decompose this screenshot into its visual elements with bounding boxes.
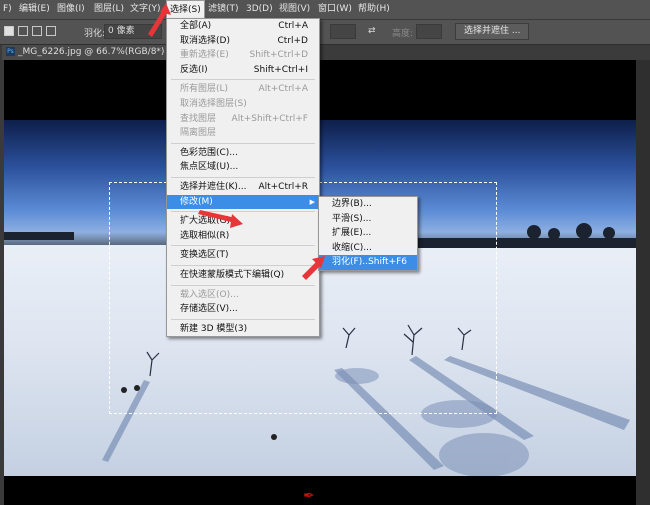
ps-icon: Ps bbox=[6, 47, 15, 56]
intersect-selection-icon[interactable] bbox=[46, 26, 56, 36]
menu-item-inverse[interactable]: 反选(I) Shift+Ctrl+I bbox=[167, 63, 319, 78]
document-tab-bar: Ps_MG_6226.jpg @ 66.7%(RGB/8*) × bbox=[0, 45, 650, 60]
menu-item-new-3d-model[interactable]: 新建 3D 模型(3) bbox=[167, 322, 319, 337]
menu-item-quick-mask[interactable]: 在快速蒙版模式下编辑(Q) bbox=[167, 268, 319, 283]
menu-item-modify[interactable]: 修改(M) ▶ bbox=[167, 194, 319, 210]
menu-separator bbox=[171, 79, 315, 81]
menu-item-load-selection: 载入选区(O)... bbox=[180, 289, 239, 300]
submenu-item-smooth[interactable]: 平滑(S)... bbox=[319, 212, 417, 227]
height-label: 高度: bbox=[392, 29, 414, 39]
options-bar: 羽化: 0 像素 ⇄ 高度: 选择并遮住 ... bbox=[0, 20, 650, 45]
menu-item-reselect: 重新选择(E) Shift+Ctrl+D bbox=[180, 50, 308, 61]
menu-item-transform-selection[interactable]: 变换选区(T) bbox=[167, 248, 319, 263]
subtract-selection-icon[interactable] bbox=[32, 26, 42, 36]
menu-separator bbox=[171, 211, 315, 213]
select-and-mask-button[interactable]: 选择并遮住 ... bbox=[455, 23, 530, 40]
submenu-item-contract[interactable]: 收缩(C)... bbox=[319, 241, 417, 256]
height-input[interactable] bbox=[416, 24, 442, 39]
menu-type[interactable]: 文字(Y) bbox=[127, 0, 164, 19]
menu-image[interactable]: 图像(I) bbox=[54, 0, 88, 19]
document-canvas[interactable] bbox=[4, 60, 636, 505]
menu-3d[interactable]: 3D(D) bbox=[243, 0, 276, 19]
menu-view[interactable]: 视图(V) bbox=[276, 0, 313, 19]
feather-label: 羽化: bbox=[84, 29, 106, 39]
menu-separator bbox=[171, 318, 315, 320]
menu-item-deselect-layers: 取消选择图层(S) bbox=[180, 98, 247, 109]
menu-file[interactable]: F) bbox=[0, 0, 15, 19]
menu-help[interactable]: 帮助(H) bbox=[355, 0, 393, 19]
menu-item-isolate-layers: 隔离图层 bbox=[180, 128, 217, 139]
menu-item-select-all[interactable]: 全部(A) Ctrl+A bbox=[167, 19, 319, 34]
submenu-arrow-icon: ▶ bbox=[309, 197, 315, 206]
menu-layer[interactable]: 图层(L) bbox=[91, 0, 127, 19]
menu-separator bbox=[171, 284, 315, 286]
menu-separator bbox=[171, 176, 315, 178]
menu-item-all-layers: 所有图层(L) Alt+Ctrl+A bbox=[180, 84, 308, 95]
submenu-item-feather[interactable]: 羽化(F)... Shift+F6 bbox=[319, 255, 417, 270]
menu-separator bbox=[171, 245, 315, 247]
menu-filter[interactable]: 滤镜(T) bbox=[205, 0, 242, 19]
menu-item-grow[interactable]: 扩大选取(G) bbox=[167, 214, 319, 229]
menu-bar: F) 编辑(E) 图像(I) 图层(L) 文字(Y) 选择(S) 滤镜(T) 3… bbox=[0, 0, 650, 20]
swap-icon[interactable]: ⇄ bbox=[368, 26, 376, 36]
modify-submenu: 边界(B)... 平滑(S)... 扩展(E)... 收缩(C)... 羽化(F… bbox=[318, 196, 418, 271]
menu-item-find-layers: 查找图层 Alt+Shift+Ctrl+F bbox=[180, 113, 308, 124]
width-input[interactable] bbox=[330, 24, 356, 39]
document-tab[interactable]: Ps_MG_6226.jpg @ 66.7%(RGB/8*) × bbox=[2, 45, 186, 60]
add-selection-icon[interactable] bbox=[18, 26, 28, 36]
menu-separator bbox=[171, 142, 315, 144]
menu-select[interactable]: 选择(S) bbox=[166, 0, 205, 19]
menu-item-focus-area[interactable]: 焦点区域(U)... bbox=[167, 160, 319, 175]
submenu-item-border[interactable]: 边界(B)... bbox=[319, 197, 417, 212]
new-selection-icon[interactable] bbox=[4, 26, 14, 36]
menu-edit[interactable]: 编辑(E) bbox=[16, 0, 53, 19]
menu-item-color-range[interactable]: 色彩范围(C)... bbox=[167, 146, 319, 161]
document-title: _MG_6226.jpg @ 66.7%(RGB/8*) bbox=[18, 47, 165, 57]
menu-separator bbox=[171, 264, 315, 266]
menu-item-save-selection[interactable]: 存储选区(V)... bbox=[167, 302, 319, 317]
signature-mark: ✒ bbox=[303, 488, 315, 504]
select-menu: 全部(A) Ctrl+A 取消选择(D) Ctrl+D 重新选择(E) Shift+C… bbox=[166, 18, 320, 338]
submenu-item-expand[interactable]: 扩展(E)... bbox=[319, 226, 417, 241]
right-panel-edge bbox=[636, 60, 650, 505]
menu-item-similar[interactable]: 选取相似(R) bbox=[167, 229, 319, 244]
feather-input[interactable]: 0 像素 bbox=[104, 24, 162, 39]
menu-item-select-and-mask[interactable]: 选择并遮住(K)... Alt+Ctrl+R bbox=[167, 180, 319, 195]
menu-item-deselect[interactable]: 取消选择(D) Ctrl+D bbox=[167, 34, 319, 49]
menu-window[interactable]: 窗口(W) bbox=[315, 0, 355, 19]
